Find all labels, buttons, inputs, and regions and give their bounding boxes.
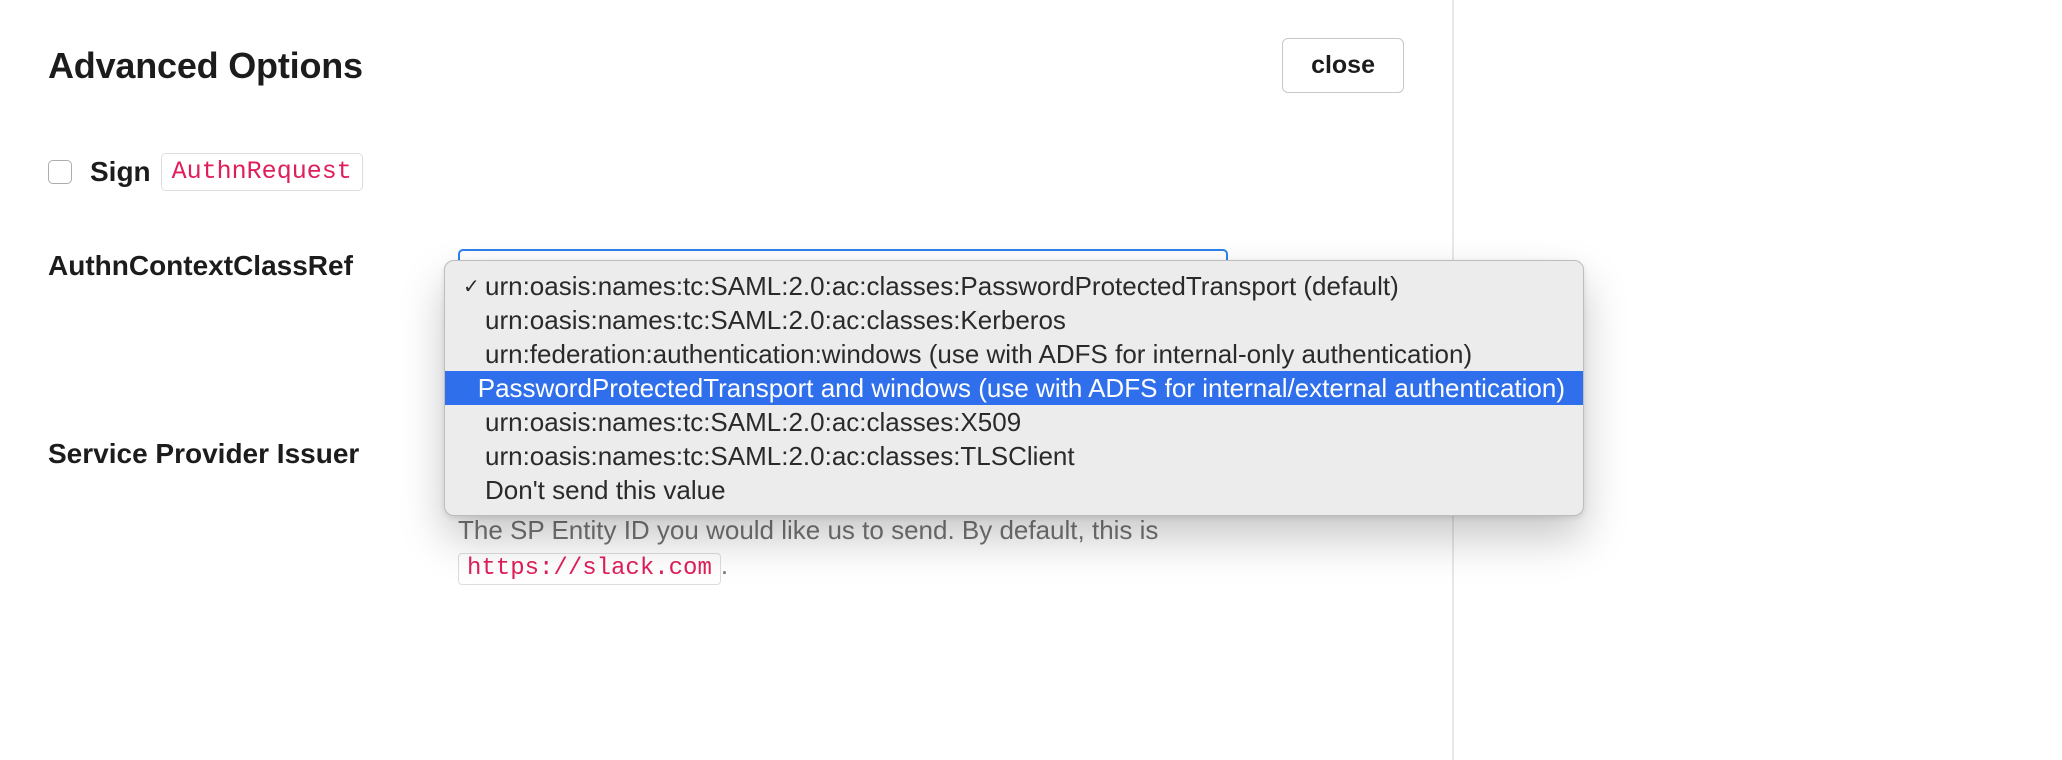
close-button[interactable]: close xyxy=(1282,38,1404,93)
authn-option-5[interactable]: urn:oasis:names:tc:SAML:2.0:ac:classes:T… xyxy=(445,439,1583,473)
sp-default-url-chip: https://slack.com xyxy=(458,553,721,585)
authn-option-0[interactable]: ✓urn:oasis:names:tc:SAML:2.0:ac:classes:… xyxy=(445,269,1583,303)
authn-option-6[interactable]: Don't send this value xyxy=(445,473,1583,507)
authn-option-label: Don't send this value xyxy=(485,475,726,506)
authn-option-2[interactable]: urn:federation:authentication:windows (u… xyxy=(445,337,1583,371)
authn-option-label: urn:oasis:names:tc:SAML:2.0:ac:classes:X… xyxy=(485,407,1021,438)
section-title: Advanced Options xyxy=(48,45,363,87)
authn-option-label: PasswordProtectedTransport and windows (… xyxy=(478,373,1565,404)
authn-option-label: urn:federation:authentication:windows (u… xyxy=(485,339,1472,370)
authn-option-label: urn:oasis:names:tc:SAML:2.0:ac:classes:K… xyxy=(485,305,1066,336)
authncontextclassref-dropdown[interactable]: ✓urn:oasis:names:tc:SAML:2.0:ac:classes:… xyxy=(444,260,1584,516)
authn-option-4[interactable]: urn:oasis:names:tc:SAML:2.0:ac:classes:X… xyxy=(445,405,1583,439)
authnrequest-code-chip: AuthnRequest xyxy=(161,153,363,191)
authn-option-label: urn:oasis:names:tc:SAML:2.0:ac:classes:T… xyxy=(485,441,1075,472)
authn-option-1[interactable]: urn:oasis:names:tc:SAML:2.0:ac:classes:K… xyxy=(445,303,1583,337)
sp-helper-sentence: The SP Entity ID you would like us to se… xyxy=(458,515,1158,545)
sp-helper-text: The SP Entity ID you would like us to se… xyxy=(458,511,1404,584)
sign-authnrequest-checkbox[interactable] xyxy=(48,160,72,184)
authn-option-3[interactable]: PasswordProtectedTransport and windows (… xyxy=(445,371,1583,405)
authn-option-label: urn:oasis:names:tc:SAML:2.0:ac:classes:P… xyxy=(485,271,1399,302)
service-provider-issuer-label: Service Provider Issuer xyxy=(48,437,458,471)
sign-label-text: Sign xyxy=(90,156,151,188)
sign-authnrequest-label: Sign AuthnRequest xyxy=(90,153,363,191)
check-icon: ✓ xyxy=(463,274,485,299)
sp-helper-period: . xyxy=(721,550,728,580)
authncontextclassref-label: AuthnContextClassRef xyxy=(48,249,458,283)
